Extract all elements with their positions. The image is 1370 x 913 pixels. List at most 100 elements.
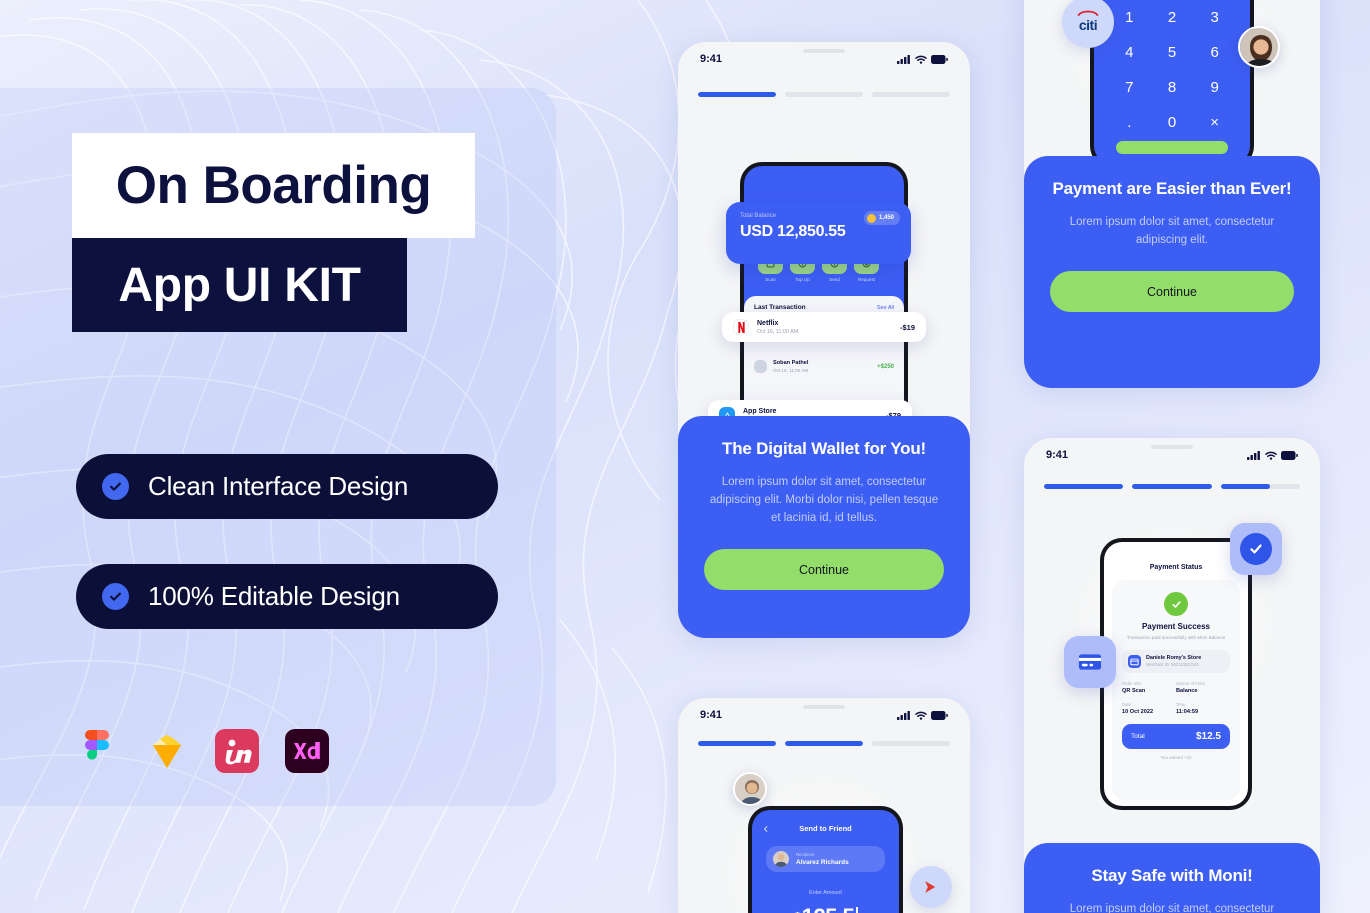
key-4[interactable]: 4 xyxy=(1108,35,1151,70)
key-3[interactable]: 3 xyxy=(1193,0,1236,35)
key-9[interactable]: 9 xyxy=(1193,70,1236,105)
progress-step-3 xyxy=(1220,484,1300,489)
progress-step-2 xyxy=(1132,484,1212,489)
floating-transaction-netflix[interactable]: Netflix Oct 16, 11:00 AM -$19 xyxy=(722,312,926,342)
detail-key: Time xyxy=(1176,701,1186,707)
onboarding-progress xyxy=(678,92,970,97)
figma-logo xyxy=(72,726,122,776)
check-circle-icon xyxy=(102,583,129,610)
detail-key: Date xyxy=(1122,701,1131,707)
detail-value: 11:04:59 xyxy=(1176,708,1199,715)
citi-arc-icon xyxy=(1077,10,1099,16)
recipient-pill[interactable]: Recipient Alvarez Richards xyxy=(766,846,885,872)
avatar-icon xyxy=(754,360,767,373)
balance-amount: USD 12,850.55 xyxy=(740,223,846,240)
screen-header: Payment Status xyxy=(1149,564,1203,571)
key-7[interactable]: 7 xyxy=(1108,70,1151,105)
detail-value: QR Scan xyxy=(1122,687,1146,694)
promo-body: Lorem ipsum dolor sit amet, consectetur … xyxy=(1069,215,1275,246)
device-mockup-keypad: $125.5 Balance: $14,000 1 2 3 4 5 6 7 8 … xyxy=(1090,0,1254,168)
battery-icon xyxy=(931,54,948,64)
coin-badge: 1,450 xyxy=(863,211,900,225)
continue-button[interactable]: Continue xyxy=(1050,271,1294,313)
poster-stage: On Boarding App UI KIT Clean Interface D… xyxy=(0,0,1370,913)
avatar xyxy=(733,772,767,806)
transactions-title: Last Transaction xyxy=(754,304,806,311)
transaction-amount: +$250 xyxy=(877,363,894,370)
feature-label: Clean Interface Design xyxy=(148,471,409,501)
battery-icon xyxy=(931,710,948,720)
action-label: Send xyxy=(829,277,840,282)
amount-label: Enter Amount xyxy=(809,890,842,896)
device-mockup-send: Send to Friend Recipient Alvarez Richard… xyxy=(748,806,903,913)
merchant-row: Daniele Romy's Store Merchant ID: 982110… xyxy=(1122,649,1230,673)
numeric-keypad[interactable]: 1 2 3 4 5 6 7 8 9 . 0 × xyxy=(1108,0,1236,140)
credit-card-icon xyxy=(1078,654,1102,670)
amount-value[interactable]: $125.5 xyxy=(752,904,899,913)
coin-icon xyxy=(866,213,876,223)
progress-step-2 xyxy=(785,741,863,746)
wifi-icon xyxy=(1265,451,1277,460)
onboarding-promo-payment: Payment are Easier than Ever! Lorem ipsu… xyxy=(1024,156,1320,388)
status-subtitle: Transaction paid successfully with Moni … xyxy=(1126,635,1226,640)
device-mockup-status: Payment Status Payment Success Transacti… xyxy=(1100,538,1252,810)
store-icon xyxy=(1128,654,1141,668)
key-6[interactable]: 6 xyxy=(1193,35,1236,70)
back-arrow-icon[interactable] xyxy=(762,825,770,833)
total-value: $12.5 xyxy=(1195,730,1221,742)
confirm-button[interactable] xyxy=(1116,141,1228,154)
detail-key: Order Info xyxy=(1122,680,1141,686)
promo-body: Lorem ipsum dolor sit amet, consectetur … xyxy=(709,475,939,525)
onboarding-progress xyxy=(1024,484,1320,489)
progress-step-1 xyxy=(698,741,776,746)
feature-badge-clean-interface: Clean Interface Design xyxy=(76,454,498,519)
title-line-1-text: On Boarding xyxy=(115,156,432,215)
earned-points: You earned +10 xyxy=(1160,754,1192,760)
see-all-link[interactable]: See All xyxy=(877,305,894,311)
wifi-icon xyxy=(915,55,927,64)
table-row[interactable]: Soban Pathel Oct 16, 11:00 AM +$250 xyxy=(754,360,894,373)
check-circle-icon xyxy=(102,473,129,500)
continue-button[interactable]: Continue xyxy=(704,549,944,591)
text-caret xyxy=(856,907,859,913)
title-line-2: App UI KIT xyxy=(72,238,407,332)
send-badge xyxy=(910,866,952,908)
status-time: 9:41 xyxy=(1046,449,1069,461)
netflix-icon xyxy=(733,319,749,335)
screen-card-send-to-friend: 9:41 Send to Friend Recipient Alvarez Ri… xyxy=(678,698,970,913)
action-label: Scan xyxy=(765,277,776,282)
recipient-name: Alvarez Richards xyxy=(796,858,849,866)
key-1[interactable]: 1 xyxy=(1108,0,1151,35)
recipient-label: Recipient xyxy=(796,852,815,858)
send-icon xyxy=(925,881,936,893)
adobe-xd-logo xyxy=(282,726,332,776)
wifi-icon xyxy=(915,711,927,720)
sketch-logo xyxy=(142,726,192,776)
transaction-amount: -$19 xyxy=(899,322,915,332)
tool-logos xyxy=(72,726,332,776)
avatar xyxy=(1238,26,1280,68)
onboarding-promo-wallet: The Digital Wallet for You! Lorem ipsum … xyxy=(678,416,970,638)
key-2[interactable]: 2 xyxy=(1151,0,1194,35)
amount-number: 125.5 xyxy=(802,904,855,913)
detail-row-1: Order Info QR Scan Source of Fund Balanc… xyxy=(1122,681,1230,694)
progress-step-3 xyxy=(872,92,950,97)
progress-step-1 xyxy=(1044,484,1124,489)
balance-card: Total Balance USD 12,850.55 1,450 xyxy=(726,202,911,264)
key-5[interactable]: 5 xyxy=(1151,35,1194,70)
detail-row-2: Date 10 Oct 2022 Time 11:04:59 xyxy=(1122,702,1230,715)
key-0[interactable]: 0 xyxy=(1151,105,1194,140)
hero-section: On Boarding App UI KIT Clean Interface D… xyxy=(0,0,560,913)
key-8[interactable]: 8 xyxy=(1151,70,1194,105)
title-line-1: On Boarding xyxy=(72,133,475,238)
total-label: Total xyxy=(1131,732,1145,740)
transaction-date: Oct 16, 11:00 AM xyxy=(773,367,809,373)
progress-step-1 xyxy=(698,92,776,97)
promo-title: Payment are Easier than Ever! xyxy=(1052,179,1292,198)
success-check-icon xyxy=(1164,592,1188,616)
battery-icon xyxy=(1281,450,1298,460)
key-delete[interactable]: × xyxy=(1193,105,1236,140)
status-time: 9:41 xyxy=(700,53,723,65)
key-decimal[interactable]: . xyxy=(1108,105,1151,140)
detail-key: Source of Fund xyxy=(1176,680,1205,686)
